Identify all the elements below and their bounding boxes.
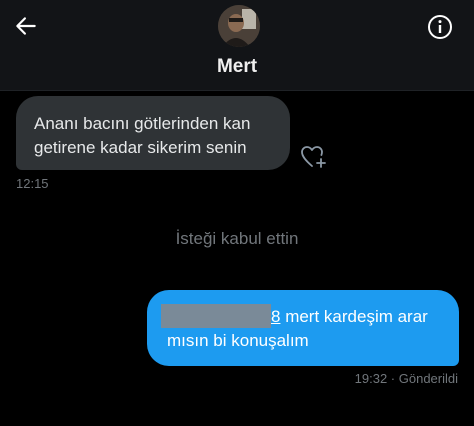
back-button[interactable] <box>12 12 40 40</box>
message-text: Ananı bacını götlerinden kan getirene ka… <box>34 114 251 157</box>
request-accepted-notice: İsteği kabul ettin <box>175 229 299 248</box>
add-reaction-button[interactable] <box>300 144 328 170</box>
info-circle-icon <box>428 15 452 39</box>
info-button[interactable] <box>426 13 454 41</box>
arrow-left-icon <box>16 17 36 35</box>
incoming-message-bubble[interactable]: Ananı bacını götlerinden kan getirene ka… <box>16 96 290 170</box>
conversation-header: Mert <box>0 0 474 91</box>
heart-plus-icon <box>301 146 326 168</box>
avatar[interactable] <box>218 5 260 47</box>
redacted-block <box>161 304 271 328</box>
avatar-photo <box>218 5 260 47</box>
message-status: 19:32 · Gönderildi <box>354 371 458 386</box>
message-timestamp: 12:15 <box>16 176 49 191</box>
outgoing-message-bubble[interactable]: 8 mert kardeşim arar mısın bi konuşalım <box>147 290 459 366</box>
contact-name[interactable]: Mert <box>0 56 474 78</box>
